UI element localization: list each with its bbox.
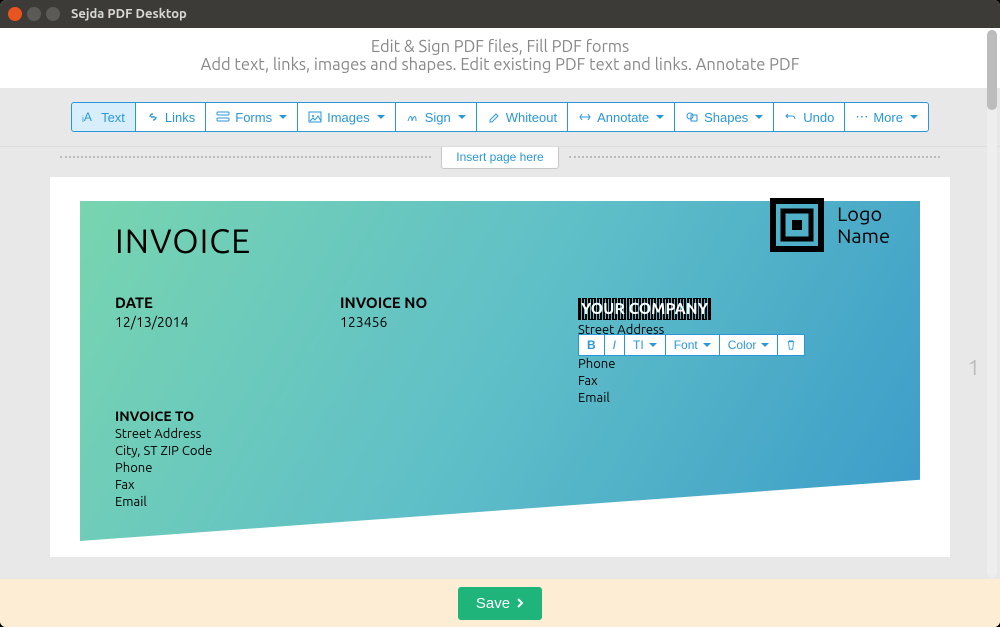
page-number: 1: [968, 355, 980, 380]
forms-icon: [216, 110, 230, 124]
text-button[interactable]: ᵢA Text: [71, 102, 136, 132]
trash-icon: [786, 339, 796, 351]
date-col[interactable]: DATE 12/13/2014: [115, 294, 340, 330]
invoice-to-block[interactable]: INVOICE TO Street Address City, ST ZIP C…: [115, 408, 212, 510]
insert-page-row: Insert page here: [0, 147, 1000, 169]
undo-icon: [784, 110, 798, 124]
link-icon: [146, 110, 160, 124]
header-line-1: Edit & Sign PDF files, Fill PDF forms: [20, 38, 980, 56]
divider: [569, 156, 940, 158]
font-button[interactable]: Font: [665, 334, 720, 356]
sign-button[interactable]: Sign: [395, 102, 477, 132]
logo-block[interactable]: Logo Name: [769, 197, 890, 253]
images-button[interactable]: Images: [297, 102, 396, 132]
chevron-down-icon: [377, 115, 385, 119]
italic-button[interactable]: I: [604, 334, 625, 356]
delete-text-button[interactable]: [777, 334, 805, 356]
scroll-thumb[interactable]: [987, 30, 997, 110]
logo-icon: [769, 197, 825, 253]
format-toolbar: B I TI Font Color: [578, 334, 805, 356]
images-icon: [308, 110, 322, 124]
toolbar: ᵢA Text Links Forms Images Sign White: [71, 102, 929, 132]
chevron-down-icon: [279, 115, 287, 119]
scrollbar[interactable]: [987, 30, 997, 577]
chevron-down-icon: [703, 343, 711, 347]
content-area: Insert page here 1 INVOICE Logo Name: [0, 147, 1000, 579]
chevron-down-icon: [656, 115, 664, 119]
sign-icon: [406, 110, 420, 124]
chevron-right-icon: [516, 597, 524, 609]
invoice-no-col[interactable]: INVOICE NO 123456: [340, 294, 565, 330]
links-button[interactable]: Links: [135, 102, 206, 132]
forms-button[interactable]: Forms: [205, 102, 298, 132]
annotate-icon: [578, 110, 592, 124]
page-header: Edit & Sign PDF files, Fill PDF forms Ad…: [0, 28, 1000, 88]
minimize-icon[interactable]: [27, 7, 41, 21]
divider: [60, 156, 431, 158]
size-button[interactable]: TI: [624, 334, 666, 356]
chevron-down-icon: [755, 115, 763, 119]
more-button[interactable]: ⋯ More: [844, 102, 929, 132]
footer: Save: [0, 579, 1000, 627]
maximize-icon[interactable]: [46, 7, 60, 21]
insert-page-button[interactable]: Insert page here: [441, 147, 558, 169]
whiteout-button[interactable]: Whiteout: [476, 102, 568, 132]
more-icon: ⋯: [855, 109, 868, 125]
color-button[interactable]: Color: [719, 334, 779, 356]
chevron-down-icon: [458, 115, 466, 119]
chevron-down-icon: [649, 343, 657, 347]
close-icon[interactable]: [8, 7, 22, 21]
whiteout-icon: [487, 110, 501, 124]
header-line-2: Add text, links, images and shapes. Edit…: [20, 56, 980, 74]
chevron-down-icon: [910, 115, 918, 119]
titlebar: Sejda PDF Desktop: [0, 0, 1000, 28]
save-button[interactable]: Save: [458, 587, 542, 620]
pdf-page[interactable]: INVOICE Logo Name DATE 12/13/2014: [50, 177, 950, 557]
toolbar-area: ᵢA Text Links Forms Images Sign White: [0, 88, 1000, 147]
annotate-button[interactable]: Annotate: [567, 102, 675, 132]
undo-button[interactable]: Undo: [773, 102, 845, 132]
bold-button[interactable]: B: [578, 334, 605, 356]
company-title-selected[interactable]: YOUR COMPANY: [578, 298, 711, 320]
chevron-down-icon: [761, 343, 769, 347]
shapes-button[interactable]: Shapes: [674, 102, 774, 132]
invoice-content: INVOICE Logo Name DATE 12/13/2014: [115, 222, 890, 557]
logo-text: Logo Name: [837, 203, 890, 247]
window-title: Sejda PDF Desktop: [71, 7, 187, 21]
shapes-icon: [685, 110, 699, 124]
text-icon: ᵢA: [82, 110, 96, 124]
svg-text:ᵢA: ᵢA: [82, 110, 92, 124]
